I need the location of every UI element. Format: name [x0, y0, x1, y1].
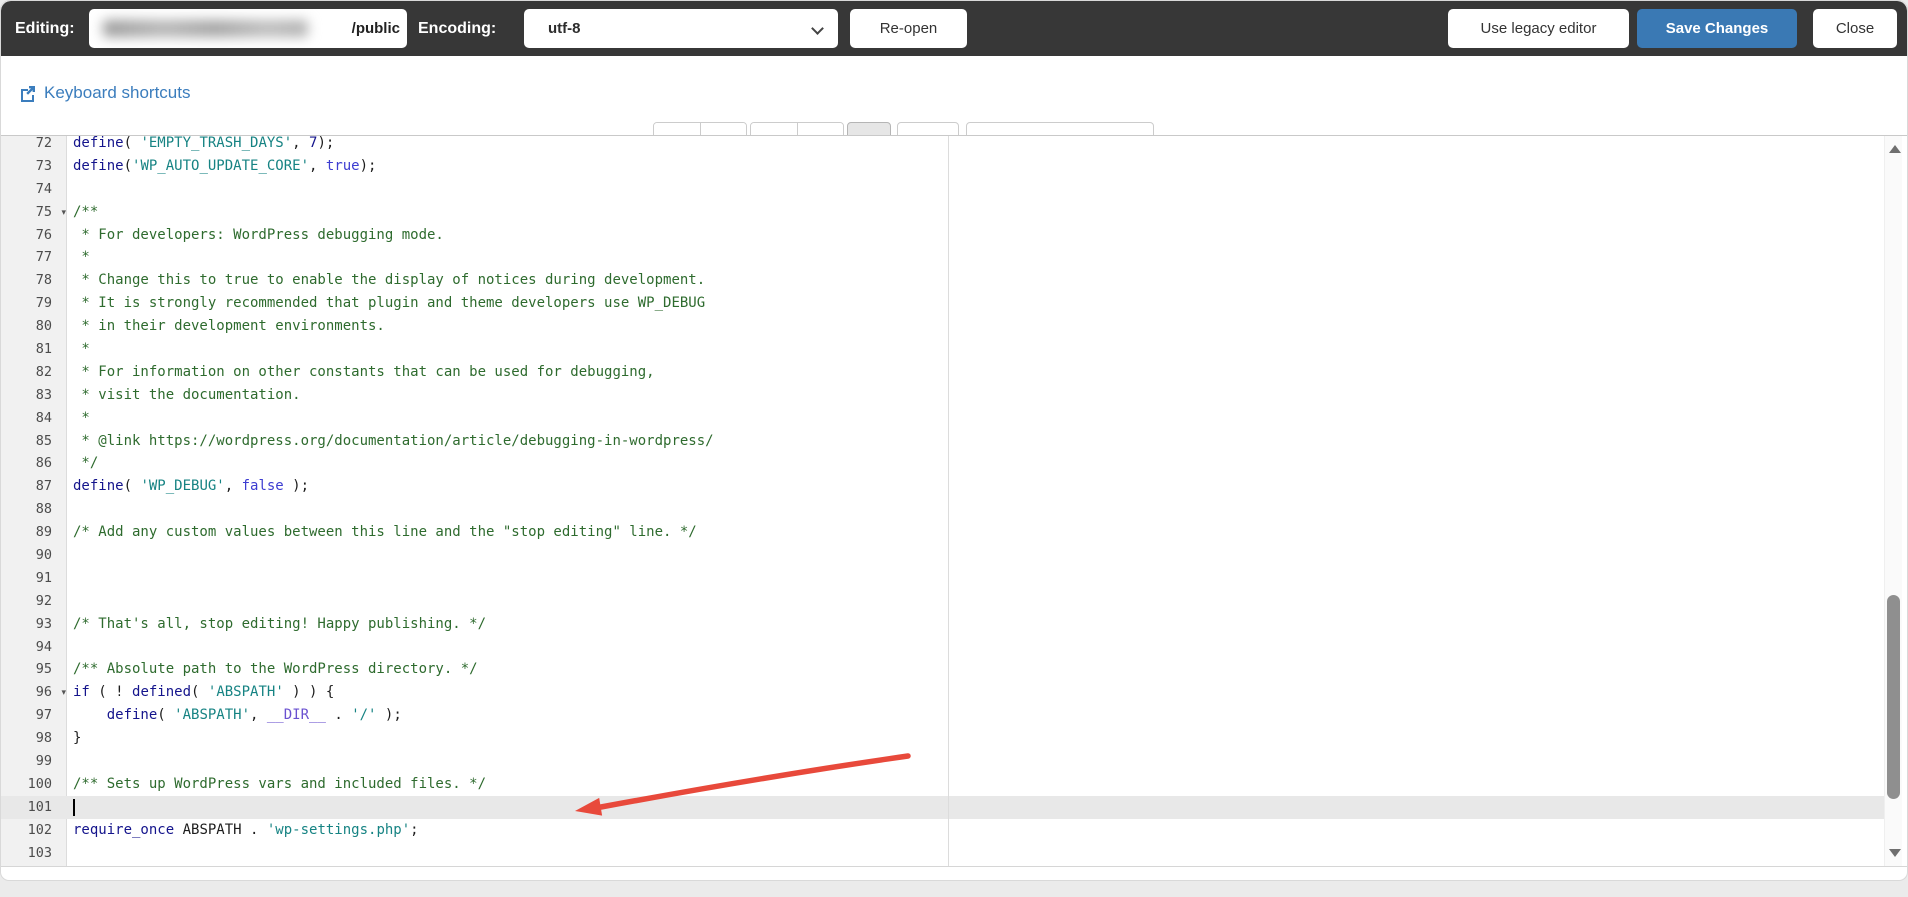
code-line-78[interactable]: 78 * Change this to true to enable the d… — [1, 269, 1885, 292]
code-line-83[interactable]: 83 * visit the documentation. — [1, 384, 1885, 407]
line-number: 82 — [35, 363, 52, 380]
redacted-path-blur — [103, 20, 308, 37]
code-line-72[interactable]: 72 define( 'EMPTY_TRASH_DAYS', 7); — [1, 135, 1885, 155]
scroll-up-arrow-icon[interactable] — [1889, 145, 1901, 153]
text-cursor — [73, 798, 75, 816]
fold-arrow-icon[interactable]: ▾ — [61, 201, 66, 224]
line-number: 88 — [35, 501, 52, 518]
top-bar: Editing: /public Encoding: utf-8 Re-open… — [1, 1, 1907, 56]
code-line-101[interactable]: 101 — [1, 795, 1885, 819]
line-number: 102 — [27, 821, 52, 838]
line-number: 98 — [35, 730, 52, 747]
keyboard-shortcuts-link[interactable]: Keyboard shortcuts — [19, 83, 190, 103]
page-background-strip — [0, 881, 1908, 897]
code-line-80[interactable]: 80 * in their development environments. — [1, 315, 1885, 338]
code-editor[interactable]: 72 define( 'EMPTY_TRASH_DAYS', 7); 73 defin… — [1, 135, 1907, 867]
vertical-scrollbar[interactable] — [1884, 136, 1902, 866]
line-number: 90 — [35, 547, 52, 564]
chevron-down-icon — [811, 22, 824, 35]
line-number: 95 — [35, 661, 52, 678]
code-line-103[interactable]: 103 — [1, 842, 1885, 865]
line-number: 81 — [35, 341, 52, 358]
code-line-97[interactable]: 97 define( 'ABSPATH', __DIR__ . '/' ); — [1, 704, 1885, 727]
line-number: 84 — [35, 409, 52, 426]
line-number: 73 — [35, 157, 52, 174]
code-line-99[interactable]: 99 — [1, 750, 1885, 773]
code-line-86[interactable]: 86 */ — [1, 452, 1885, 475]
line-number: 85 — [35, 432, 52, 449]
line-number: 89 — [35, 524, 52, 541]
save-changes-button[interactable]: Save Changes — [1637, 9, 1797, 48]
close-button[interactable]: Close — [1813, 9, 1897, 48]
code-line-81[interactable]: 81 * — [1, 338, 1885, 361]
line-number: 97 — [35, 707, 52, 724]
code-line-87[interactable]: 87 define( 'WP_DEBUG', false ); — [1, 475, 1885, 498]
code-line-90[interactable]: 90 — [1, 544, 1885, 567]
line-number: 101 — [27, 798, 52, 815]
code-line-95[interactable]: 95/** Absolute path to the WordPress dir… — [1, 658, 1885, 681]
code-line-96[interactable]: 96 ▾ if ( ! defined( 'ABSPATH' ) ) { — [1, 681, 1885, 704]
code-line-91[interactable]: 91 — [1, 567, 1885, 590]
code-line-79[interactable]: 79 * It is strongly recommended that plu… — [1, 292, 1885, 315]
scrollbar-thumb[interactable] — [1887, 595, 1900, 799]
line-number: 74 — [35, 180, 52, 197]
encoding-label: Encoding: — [418, 20, 497, 37]
code-line-73[interactable]: 73 define('WP_AUTO_UPDATE_CORE', true); — [1, 155, 1885, 178]
use-legacy-editor-button[interactable]: Use legacy editor — [1448, 9, 1629, 48]
code-line-88[interactable]: 88 — [1, 498, 1885, 521]
scroll-down-arrow-icon[interactable] — [1889, 849, 1901, 857]
line-number: 72 — [35, 135, 52, 151]
line-number: 99 — [35, 753, 52, 770]
code-line-94[interactable]: 94 — [1, 636, 1885, 659]
line-number: 94 — [35, 638, 52, 655]
line-number: 86 — [35, 455, 52, 472]
editor-toolbar: Keyboard shortcuts >_ ↺ ↻ ↔ — [1, 56, 1907, 164]
encoding-value: utf-8 — [548, 20, 581, 37]
line-number: 87 — [35, 478, 52, 495]
code-line-74[interactable]: 74 — [1, 178, 1885, 201]
editing-label: Editing: — [15, 20, 75, 37]
line-number: 75 ▾ — [1, 201, 68, 224]
code-line-82[interactable]: 82 * For information on other constants … — [1, 361, 1885, 384]
line-number: 77 — [35, 249, 52, 266]
code-line-89[interactable]: 89/* Add any custom values between this … — [1, 521, 1885, 544]
line-number: 93 — [35, 615, 52, 632]
code-line-98[interactable]: 98} — [1, 727, 1885, 750]
external-link-icon — [21, 86, 35, 102]
file-path-suffix: /public — [351, 20, 400, 37]
code-line-75[interactable]: 75 ▾/** — [1, 201, 1885, 224]
line-number: 83 — [35, 386, 52, 403]
line-number: 76 — [35, 226, 52, 243]
line-number: 92 — [35, 592, 52, 609]
code-line-93[interactable]: 93/* That's all, stop editing! Happy pub… — [1, 613, 1885, 636]
code-line-77[interactable]: 77 * — [1, 246, 1885, 269]
code-lines: 72 define( 'EMPTY_TRASH_DAYS', 7); 73 defin… — [1, 135, 1885, 865]
code-line-84[interactable]: 84 * — [1, 407, 1885, 430]
file-path-field[interactable]: /public — [89, 9, 407, 48]
line-number: 80 — [35, 318, 52, 335]
code-line-76[interactable]: 76 * For developers: WordPress debugging… — [1, 224, 1885, 247]
encoding-select[interactable]: utf-8 — [524, 9, 838, 48]
code-line-102[interactable]: 102 require_once ABSPATH . 'wp-settings.p… — [1, 819, 1885, 842]
fold-arrow-icon[interactable]: ▾ — [61, 681, 66, 704]
line-number: 79 — [35, 295, 52, 312]
code-line-100[interactable]: 100/** Sets up WordPress vars and includ… — [1, 773, 1885, 796]
code-line-85[interactable]: 85 * @link https://wordpress.org/documen… — [1, 430, 1885, 453]
line-number: 100 — [27, 775, 52, 792]
editor-window: Editing: /public Encoding: utf-8 Re-open… — [0, 0, 1908, 881]
code-line-92[interactable]: 92 — [1, 590, 1885, 613]
reopen-button[interactable]: Re-open — [850, 9, 967, 48]
line-number: 103 — [27, 844, 52, 861]
line-number: 78 — [35, 272, 52, 289]
line-number: 96 ▾ — [1, 681, 68, 704]
line-number: 91 — [35, 569, 52, 586]
